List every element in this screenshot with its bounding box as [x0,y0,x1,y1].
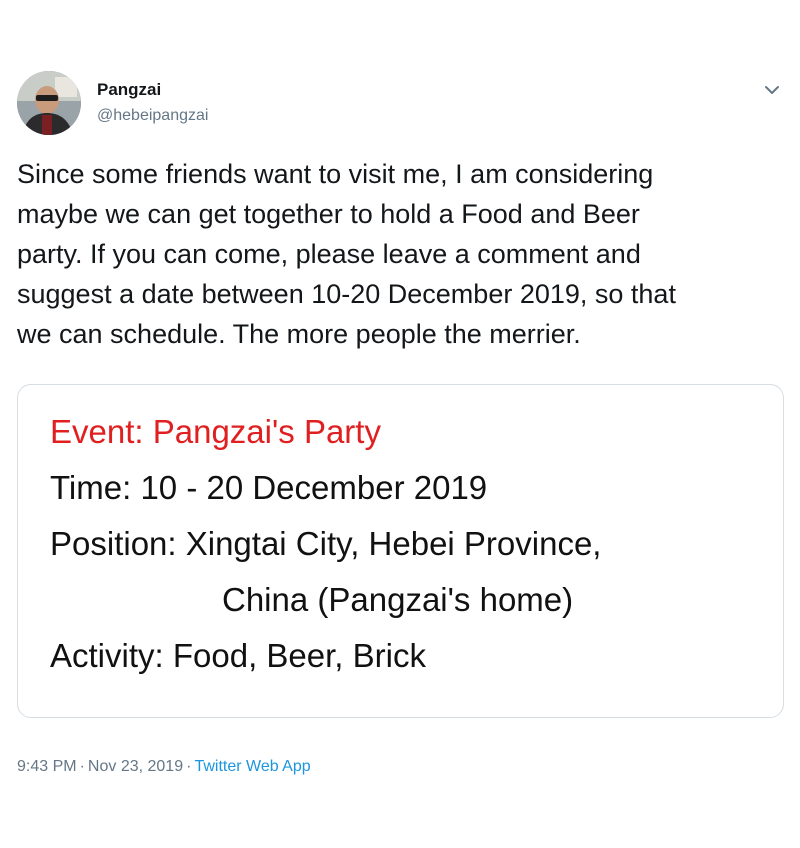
tweet: Pangzai @hebeipangzai Since some friends… [0,0,800,848]
tweet-source-link[interactable]: Twitter Web App [194,758,310,775]
tweet-date[interactable]: Nov 23, 2019 [88,758,183,775]
event-position-continued: China (Pangzai's home) [222,581,574,618]
meta-separator: · [186,758,192,775]
avatar-image [17,71,81,135]
event-activity: Activity: Food, Beer, Brick [50,637,426,674]
avatar[interactable] [17,71,81,135]
tweet-text-line: we can schedule. The more people the mer… [17,319,581,349]
tweet-text: Since some friends want to visit me, I a… [17,154,777,354]
event-title: Event: Pangzai's Party [50,413,381,450]
tweet-text-line: Since some friends want to visit me, I a… [17,159,654,189]
meta-separator: · [79,758,85,775]
tweet-meta: 9:43 PM · Nov 23, 2019 · Twitter Web App [17,758,311,776]
event-card[interactable]: Event: Pangzai's Party Time: 10 - 20 Dec… [17,384,784,718]
tweet-text-line: maybe we can get together to hold a Food… [17,199,640,229]
author-handle[interactable]: @hebeipangzai [97,107,208,125]
event-time: Time: 10 - 20 December 2019 [50,469,488,506]
chevron-down-icon[interactable] [760,78,784,102]
tweet-text-line: suggest a date between 10-20 December 20… [17,279,676,309]
tweet-time[interactable]: 9:43 PM [17,758,77,775]
event-position: Position: Xingtai City, Hebei Province, [50,525,602,562]
author-name[interactable]: Pangzai [97,80,161,100]
tweet-text-line: party. If you can come, please leave a c… [17,239,641,269]
